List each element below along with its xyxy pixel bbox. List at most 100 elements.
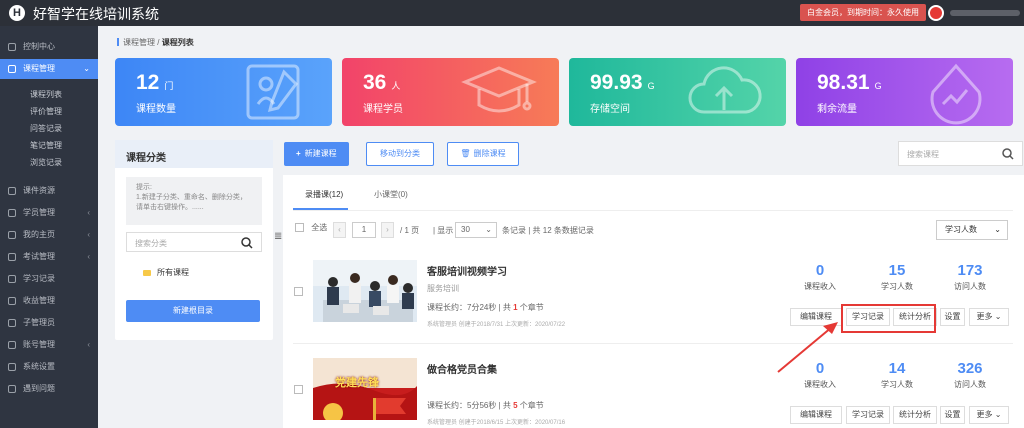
plus-icon: + (296, 149, 301, 158)
stat-learners: 14 学习人数 (881, 360, 913, 389)
chevron-down-icon: ⌄ (83, 64, 90, 73)
sidebar-item-exams[interactable]: 考试管理 ‹ (0, 247, 98, 267)
search-icon[interactable] (241, 237, 253, 249)
chevron-left-icon: ‹ (87, 230, 90, 239)
sidebar-item-resources[interactable]: 课件资源 (0, 181, 98, 201)
sidebar-item-label: 课程管理 (23, 64, 55, 73)
sidebar-item-help[interactable]: 遇到问题 (0, 379, 98, 399)
course-thumbnail[interactable]: 党建先锋 (313, 358, 417, 420)
tab-recorded[interactable]: 录播课(12) (305, 189, 343, 200)
course-title[interactable]: 做合格党员合集 (427, 361, 497, 376)
sidebar-item-dashboard[interactable]: 控制中心 (0, 37, 98, 57)
sidebar-item-homepage[interactable]: 我的主页 ‹ (0, 225, 98, 245)
sidebar-item-system-settings[interactable]: 系统设置 (0, 357, 98, 377)
sidebar-item-label: 收益管理 (23, 296, 55, 305)
search-icon[interactable] (1002, 148, 1014, 160)
category-folder-all[interactable]: 所有课程 (143, 267, 189, 278)
sidebar-item-learning-records[interactable]: 学习记录 (0, 269, 98, 289)
course-row: 客服培训视频学习 服务培训 课程长约：7分24秒 | 共 1 个章节 系统管理员… (293, 255, 1015, 347)
stat-label: 剩余流量 (817, 104, 857, 115)
category-search-input[interactable]: 搜索分类 (126, 232, 262, 252)
stat-unit: G (647, 81, 655, 91)
course-image (313, 260, 417, 322)
sidebar-item-label: 学习记录 (23, 274, 55, 283)
sidebar-item-label: 学员管理 (23, 208, 55, 217)
sidebar-item-students[interactable]: 学员管理 ‹ (0, 203, 98, 223)
settings-button[interactable]: 设置 (940, 308, 965, 326)
sidebar-item-label: 系统设置 (23, 362, 55, 371)
breadcrumb-parent[interactable]: 课程管理 (123, 38, 155, 47)
help-icon (8, 385, 16, 393)
avatar[interactable] (928, 5, 944, 21)
app-title: 好智学在线培训系统 (33, 6, 159, 22)
stat-income: 0 课程收入 (804, 262, 836, 291)
page-input[interactable]: 1 (352, 222, 376, 238)
stat-label: 课程数量 (136, 104, 176, 115)
move-to-category-button[interactable]: 移动到分类 (366, 142, 434, 166)
folder-icon (8, 187, 16, 195)
next-page-button[interactable]: › (381, 222, 394, 238)
stat-card-students: 36 人 课程学员 (342, 58, 559, 126)
chevron-left-icon: ‹ (87, 252, 90, 261)
course-search-input[interactable]: 搜索课程 (898, 141, 1023, 166)
sidebar-subitem-qa[interactable]: 问答记录 (30, 121, 62, 137)
course-checkbox[interactable] (294, 385, 303, 394)
thumbnail-title: 党建先锋 (335, 377, 379, 389)
sidebar-item-accounts[interactable]: 账号管理 ‹ (0, 335, 98, 355)
new-root-category-button[interactable]: 新建根目录 (126, 300, 260, 322)
more-button[interactable]: 更多 ⌄ (969, 406, 1009, 424)
sidebar-item-course-management[interactable]: 课程管理 ⌄ (0, 59, 98, 79)
course-checkbox[interactable] (294, 287, 303, 296)
settings-button[interactable]: 设置 (940, 406, 965, 424)
account-icon (8, 341, 16, 349)
sidebar-subitem-browse-history[interactable]: 浏览记录 (30, 155, 62, 171)
stat-card-storage: 99.93 G 存储空间 (569, 58, 786, 126)
edit-icon (8, 253, 16, 261)
category-title: 课程分类 (115, 140, 273, 168)
panel-resize-handle[interactable]: ≣ (274, 231, 282, 242)
learning-records-button[interactable]: 学习记录 (846, 406, 890, 424)
select-all-checkbox[interactable] (295, 223, 304, 232)
admin-icon (8, 319, 16, 327)
stat-value: 12 (136, 71, 160, 94)
page-size-select[interactable]: 30 ⌄ (455, 222, 497, 238)
show-label: | 显示 (433, 226, 454, 235)
page-icon (8, 231, 16, 239)
cloud-upload-icon (688, 66, 762, 114)
home-icon (8, 43, 16, 51)
course-title[interactable]: 客服培训视频学习 (427, 263, 507, 278)
select-all-label: 全选 (311, 223, 328, 232)
stat-visits: 173 访问人数 (954, 262, 986, 291)
sidebar-subitem-reviews[interactable]: 评价管理 (30, 104, 62, 120)
statistics-button[interactable]: 统计分析 (893, 406, 937, 424)
edit-course-button[interactable]: 编辑课程 (790, 406, 842, 424)
course-row: 党建先锋 做合格党员合集 课程长约：5分56秒 | 共 5 个章节 系统管理员 … (293, 353, 1015, 428)
tab-small-class[interactable]: 小课堂(0) (374, 189, 408, 200)
edit-course-button[interactable]: 编辑课程 (790, 308, 842, 326)
chevron-down-icon: ⌄ (994, 225, 1001, 234)
stat-unit: 人 (391, 81, 401, 91)
sidebar-item-sub-admins[interactable]: 子管理员 (0, 313, 98, 333)
sidebar-item-label: 我的主页 (23, 230, 55, 239)
sidebar-subitem-course-list[interactable]: 课程列表 (30, 87, 62, 103)
breadcrumb: 课程管理 / 课程列表 (117, 37, 194, 48)
chevron-left-icon: ‹ (87, 208, 90, 217)
sidebar-item-revenue[interactable]: 收益管理 (0, 291, 98, 311)
trash-icon: 🗑 (460, 149, 471, 158)
sort-select[interactable]: 学习人数 ⌄ (936, 220, 1008, 240)
course-thumbnail[interactable] (313, 260, 417, 322)
prev-page-button[interactable]: ‹ (333, 222, 346, 238)
new-course-button[interactable]: + 新建课程 (284, 142, 349, 166)
more-button[interactable]: 更多 ⌄ (969, 308, 1009, 326)
username-blurred[interactable] (950, 10, 1020, 16)
vip-badge[interactable]: 白金会员，到期时间：永久使用 (800, 4, 926, 21)
sidebar: 控制中心 课程管理 ⌄ 课程列表 评价管理 问答记录 笔记管理 浏览记录 课件资源… (0, 26, 98, 428)
category-tips: 提示: 1.新建子分类、重命名、删除分类，请单击右键操作。...... (126, 177, 262, 225)
stat-unit: G (874, 81, 882, 91)
records-summary: 条记录 | 共 12 条数据记录 (502, 226, 594, 235)
folder-icon (143, 270, 151, 276)
delete-course-button[interactable]: 🗑 删除课程 (447, 142, 519, 166)
sidebar-subitem-notes[interactable]: 笔记管理 (30, 138, 62, 154)
course-duration: 课程长约：7分24秒 | 共 1 个章节 (427, 303, 544, 312)
record-icon (8, 275, 16, 283)
